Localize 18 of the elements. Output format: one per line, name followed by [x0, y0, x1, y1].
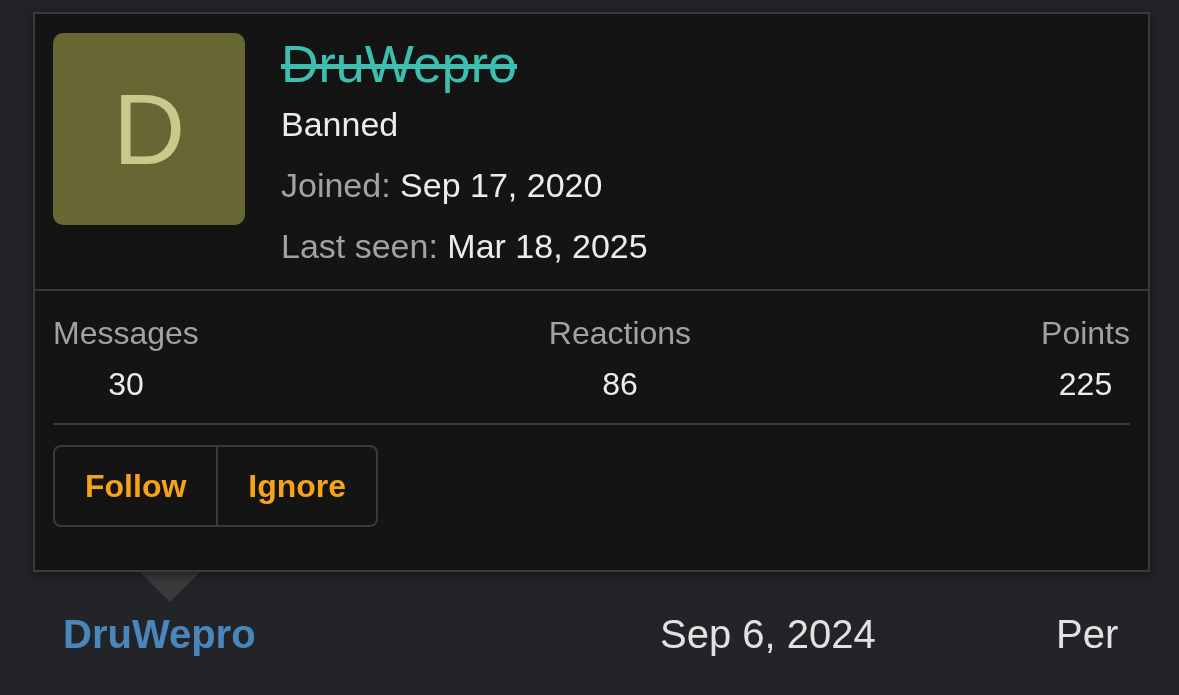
username[interactable]: DruWepro: [281, 33, 648, 95]
avatar: D: [53, 33, 245, 225]
stat-label: Reactions: [548, 315, 692, 352]
stat-value: 30: [108, 366, 144, 403]
stat-value: 86: [602, 366, 638, 403]
action-button[interactable]: Follow: [53, 445, 219, 527]
table-cell: Per: [1056, 611, 1119, 657]
joined-date: Sep 17, 2020: [400, 166, 603, 204]
stat-label: Points: [1041, 315, 1130, 352]
last-seen-label: Last seen:: [281, 227, 438, 265]
stat-value: 225: [1058, 366, 1113, 403]
member-name-link[interactable]: DruWepro: [63, 611, 660, 657]
stat-label: Messages: [53, 315, 199, 352]
last-seen-date: Mar 18, 2025: [447, 227, 648, 265]
user-title: Banned: [281, 105, 400, 144]
joined-label: Joined:: [281, 166, 391, 204]
join-date: Sep 6, 2024: [660, 611, 877, 657]
action-button[interactable]: Ignore: [218, 445, 379, 527]
